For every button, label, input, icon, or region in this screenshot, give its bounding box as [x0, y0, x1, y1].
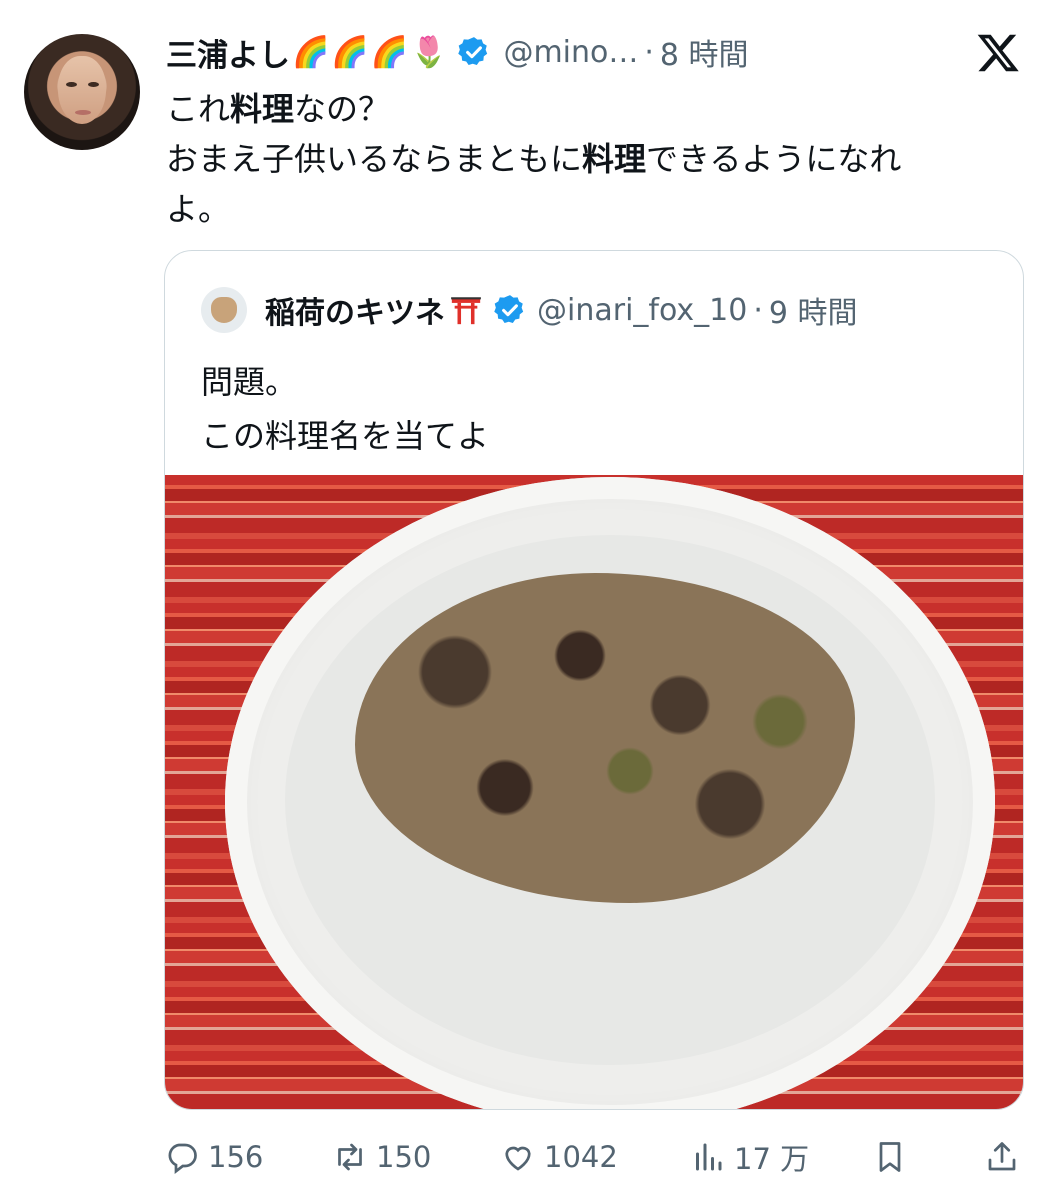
quoted-time[interactable]: 9 時間	[769, 288, 858, 332]
highlighted-keyword: 料理	[582, 140, 647, 178]
post-text-line: これ料理なの？	[166, 84, 1016, 134]
quoted-text-line: この料理名を当てよ	[201, 417, 490, 455]
like-icon	[505, 1146, 531, 1171]
text-segment: おまえ子供いるならまともに	[166, 140, 583, 178]
text-segment: できるようになれ	[646, 140, 902, 178]
post-text: これ料理なの？ おまえ子供いるならまともに料理できるようになれ よ。	[166, 84, 1016, 234]
rainbow-emoji: 🌈	[331, 34, 369, 70]
like-count: 1042	[544, 1140, 618, 1174]
highlighted-keyword: 料理	[230, 90, 295, 128]
separator-dot: ·	[753, 292, 763, 328]
quoted-post-header: 稲荷のキツネ @inari_fox_10 · 9 時間	[265, 285, 1003, 335]
repost-count: 150	[376, 1140, 432, 1174]
avatar-eye	[66, 82, 77, 87]
author-display-name[interactable]: 三浦よし	[166, 30, 290, 75]
quoted-text-line: 問題。	[201, 363, 298, 401]
share-button[interactable]	[984, 1134, 1020, 1180]
action-bar: 156 150 1042 17 万	[164, 1134, 1024, 1180]
text-segment: これ	[166, 90, 231, 128]
bookmark-button[interactable]	[872, 1134, 908, 1180]
rainbow-emoji: 🌈	[370, 34, 409, 70]
quoted-media-image[interactable]	[165, 475, 1023, 1109]
post-header: 三浦よし 🌈 🌈 🌈 🌷 @mino… · 8 時間	[166, 26, 961, 78]
post-text-line: おまえ子供いるならまともに料理できるようになれ	[166, 134, 1016, 184]
eggplant-mince-dish	[355, 573, 855, 903]
avatar-mouth	[75, 110, 91, 115]
reply-icon	[168, 1143, 197, 1175]
reply-button[interactable]: 156	[164, 1134, 263, 1180]
verified-badge-icon	[458, 37, 488, 66]
view-count: 17 万	[734, 1142, 810, 1176]
x-logo-icon[interactable]	[975, 30, 1021, 76]
torii-icon	[451, 297, 481, 325]
post-time[interactable]: 8 時間	[660, 30, 749, 74]
quoted-post[interactable]: 稲荷のキツネ @inari_fox_10 · 9 時間 問題。 この料理名を当て…	[164, 250, 1024, 1110]
quoted-author-avatar[interactable]	[201, 287, 247, 333]
views-button[interactable]: 17 万	[690, 1134, 809, 1180]
author-avatar[interactable]	[24, 34, 140, 150]
bookmark-icon	[879, 1142, 901, 1172]
quoted-handle[interactable]: @inari_fox_10	[537, 293, 747, 328]
tulip-emoji: 🌷	[410, 34, 448, 70]
share-icon	[988, 1142, 1016, 1171]
repost-button[interactable]: 150	[332, 1134, 431, 1180]
avatar-eye	[88, 82, 99, 87]
fox-illustration	[211, 297, 237, 323]
text-segment: なの？	[294, 90, 391, 128]
separator-dot: ·	[644, 34, 654, 70]
author-handle[interactable]: @mino…	[503, 35, 638, 70]
like-button[interactable]: 1042	[500, 1134, 618, 1180]
reply-count: 156	[208, 1140, 264, 1174]
rainbow-emoji: 🌈	[292, 34, 330, 70]
post-text-line: よ。	[166, 190, 231, 228]
views-icon	[696, 1143, 722, 1171]
verified-badge-icon	[494, 295, 524, 324]
repost-icon	[338, 1143, 362, 1171]
quoted-display-name[interactable]: 稲荷のキツネ	[265, 288, 445, 332]
name-emojis: 🌈 🌈 🌈 🌷	[292, 35, 447, 70]
quoted-text: 問題。 この料理名を当てよ	[201, 355, 489, 463]
